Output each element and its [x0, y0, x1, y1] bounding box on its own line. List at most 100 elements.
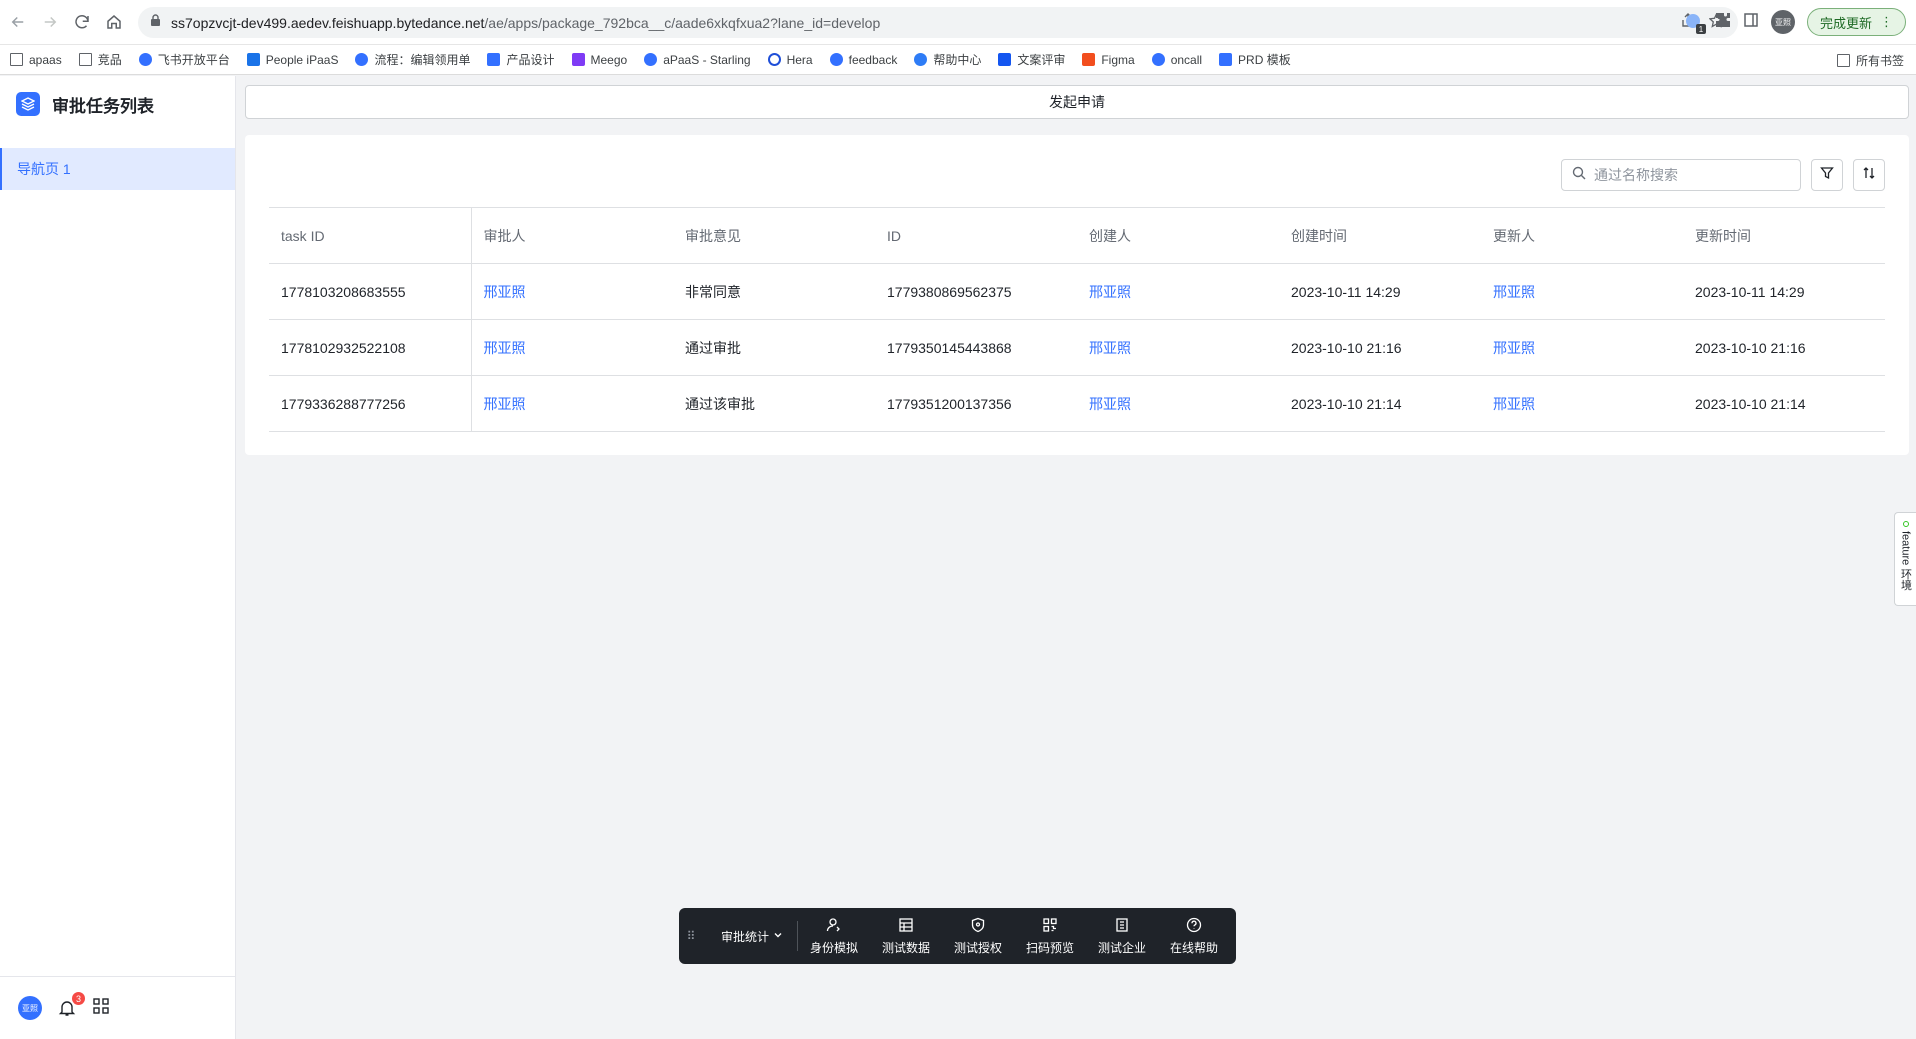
feishu-icon — [829, 53, 843, 66]
bookmarks-bar: apaas 竞品 飞书开放平台 People iPaaS 流程：编辑领用单 产品… — [0, 45, 1916, 75]
search-input[interactable] — [1594, 167, 1784, 183]
back-icon[interactable] — [2, 6, 34, 38]
all-bookmarks-label: 所有书签 — [1855, 54, 1904, 68]
column-header-approver[interactable]: 审批人 — [471, 207, 673, 264]
cell-opinion: 通过审批 — [673, 319, 875, 376]
bookmark-label: PRD 模板 — [1238, 53, 1291, 67]
test-authorization-button[interactable]: 测试授权 — [942, 917, 1014, 956]
bookmark-label: 帮助中心 — [933, 53, 982, 67]
cell-opinion: 非常同意 — [673, 263, 875, 320]
bookmark-item[interactable]: PRD 模板 — [1219, 51, 1291, 68]
launch-request-button[interactable]: 发起申请 — [245, 85, 1909, 119]
figma-icon — [1082, 53, 1096, 66]
help-icon — [1186, 917, 1202, 936]
filter-button[interactable] — [1811, 159, 1843, 191]
test-enterprise-button[interactable]: 测试企业 — [1086, 917, 1158, 956]
cell-creator-link[interactable]: 邢亚照 — [1077, 263, 1279, 320]
bookmark-item[interactable]: aPaaS - Starling — [644, 52, 751, 67]
bookmark-label: People iPaaS — [265, 52, 339, 67]
identity-simulation-button[interactable]: 身份模拟 — [798, 917, 870, 956]
test-data-button[interactable]: 测试数据 — [870, 917, 942, 956]
cell-approver-link[interactable]: 邢亚照 — [471, 375, 673, 432]
cell-updater-link[interactable]: 邢亚照 — [1481, 263, 1683, 320]
cell-approver-link[interactable]: 邢亚照 — [471, 263, 673, 320]
nav-item-label: 导航页 1 — [17, 161, 71, 177]
app-grid-icon[interactable] — [92, 997, 110, 1020]
translate-extension-icon[interactable]: 1 — [1685, 13, 1706, 34]
cell-updater-link[interactable]: 邢亚照 — [1481, 375, 1683, 432]
column-header-updater[interactable]: 更新人 — [1481, 207, 1683, 264]
bookmark-item[interactable]: 流程：编辑领用单 — [355, 51, 470, 68]
bookmark-item[interactable]: 产品设计 — [487, 51, 555, 68]
review-icon — [998, 53, 1012, 66]
bookmark-item[interactable]: feedback — [829, 52, 898, 67]
people-ipaas-icon — [246, 53, 260, 66]
online-help-button[interactable]: 在线帮助 — [1158, 917, 1230, 956]
table-row[interactable]: 1779336288777256 邢亚照 通过该审批 1779351200137… — [269, 375, 1885, 432]
column-header-task-id[interactable]: task ID — [269, 207, 472, 264]
cell-creator-link[interactable]: 邢亚照 — [1077, 319, 1279, 376]
doc-icon — [487, 53, 501, 66]
bookmark-item[interactable]: oncall — [1151, 53, 1202, 67]
bookmark-item[interactable]: 飞书开放平台 — [138, 51, 230, 68]
test-data-label: 测试数据 — [882, 940, 931, 955]
cell-task-id: 1779336288777256 — [269, 375, 472, 432]
table-toolbar — [1561, 159, 1885, 191]
page-select-dropdown[interactable]: 审批统计 — [703, 921, 799, 951]
table-card: task ID 审批人 审批意见 ID 创建人 创建时间 更新人 更新时间 17… — [245, 135, 1909, 455]
reload-icon[interactable] — [66, 6, 98, 38]
sort-icon — [1862, 166, 1876, 185]
status-dot-icon — [1902, 521, 1909, 527]
bookmark-label: Figma — [1101, 52, 1135, 67]
bookmark-item[interactable]: People iPaaS — [246, 52, 339, 67]
cell-approver-link[interactable]: 邢亚照 — [471, 319, 673, 376]
cell-id: 1779380869562375 — [875, 263, 1077, 320]
folder-icon — [78, 53, 92, 66]
column-header-updated-at[interactable]: 更新时间 — [1683, 207, 1885, 264]
table-row[interactable]: 1778103208683555 邢亚照 非常同意 17793808695623… — [269, 263, 1885, 320]
bookmark-label: 流程：编辑领用单 — [374, 53, 471, 67]
qr-preview-button[interactable]: 扫码预览 — [1014, 917, 1086, 956]
column-header-created-at[interactable]: 创建时间 — [1279, 207, 1481, 264]
bookmark-item[interactable]: 文案评审 — [998, 51, 1065, 68]
nav-item-page-1[interactable]: 导航页 1 — [0, 148, 235, 190]
cell-id: 1779351200137356 — [875, 375, 1077, 432]
column-header-creator[interactable]: 创建人 — [1077, 207, 1279, 264]
all-bookmarks[interactable]: 所有书签 — [1836, 52, 1904, 69]
sidebar: 审批任务列表 导航页 1 亚照 3 — [0, 76, 236, 1039]
bookmark-label: Meego — [590, 52, 628, 67]
bookmark-label: Hera — [786, 52, 813, 67]
extensions-icon[interactable] — [1715, 12, 1731, 33]
home-icon[interactable] — [98, 6, 130, 38]
forward-icon[interactable] — [34, 6, 66, 38]
building-icon — [1114, 917, 1130, 936]
bookmark-item[interactable]: Figma — [1082, 52, 1135, 67]
drag-handle-icon[interactable]: ⠿ — [679, 908, 703, 964]
sort-button[interactable] — [1853, 159, 1885, 191]
address-bar[interactable]: ss7opzvcjt-dev499.aedev.feishuapp.byteda… — [138, 7, 1738, 38]
cell-updated-at: 2023-10-11 14:29 — [1683, 263, 1885, 320]
bookmark-item[interactable]: Hera — [767, 52, 813, 67]
sidepanel-icon[interactable] — [1743, 12, 1759, 33]
column-header-opinion[interactable]: 审批意见 — [673, 207, 875, 264]
launch-request-label: 发起申请 — [1049, 94, 1105, 110]
bookmark-item[interactable]: 帮助中心 — [914, 51, 981, 68]
table-row[interactable]: 1778102932522108 邢亚照 通过审批 17793501454438… — [269, 319, 1885, 376]
bookmark-item[interactable]: apaas — [10, 53, 62, 67]
extension-badge: 1 — [1695, 24, 1706, 34]
column-header-id[interactable]: ID — [875, 207, 1077, 264]
bookmark-label: feedback — [848, 52, 898, 67]
bookmark-label: aPaaS - Starling — [663, 52, 751, 67]
cell-updater-link[interactable]: 邢亚照 — [1481, 319, 1683, 376]
update-button[interactable]: 完成更新 ⋮ — [1806, 8, 1906, 36]
update-button-label: 完成更新 — [1819, 15, 1872, 31]
cell-creator-link[interactable]: 邢亚照 — [1077, 375, 1279, 432]
notification-bell-icon[interactable]: 3 — [56, 992, 85, 1019]
bookmark-item[interactable]: Meego — [571, 52, 628, 67]
bookmark-item[interactable]: 竞品 — [78, 51, 122, 68]
feature-env-tab[interactable]: feature 环境 — [1894, 512, 1916, 606]
user-avatar[interactable]: 亚照 — [18, 996, 42, 1020]
app-header: 审批任务列表 — [0, 76, 235, 132]
profile-avatar[interactable]: 亚照 — [1770, 10, 1795, 34]
data-table: task ID 审批人 审批意见 ID 创建人 创建时间 更新人 更新时间 17… — [269, 207, 1885, 432]
